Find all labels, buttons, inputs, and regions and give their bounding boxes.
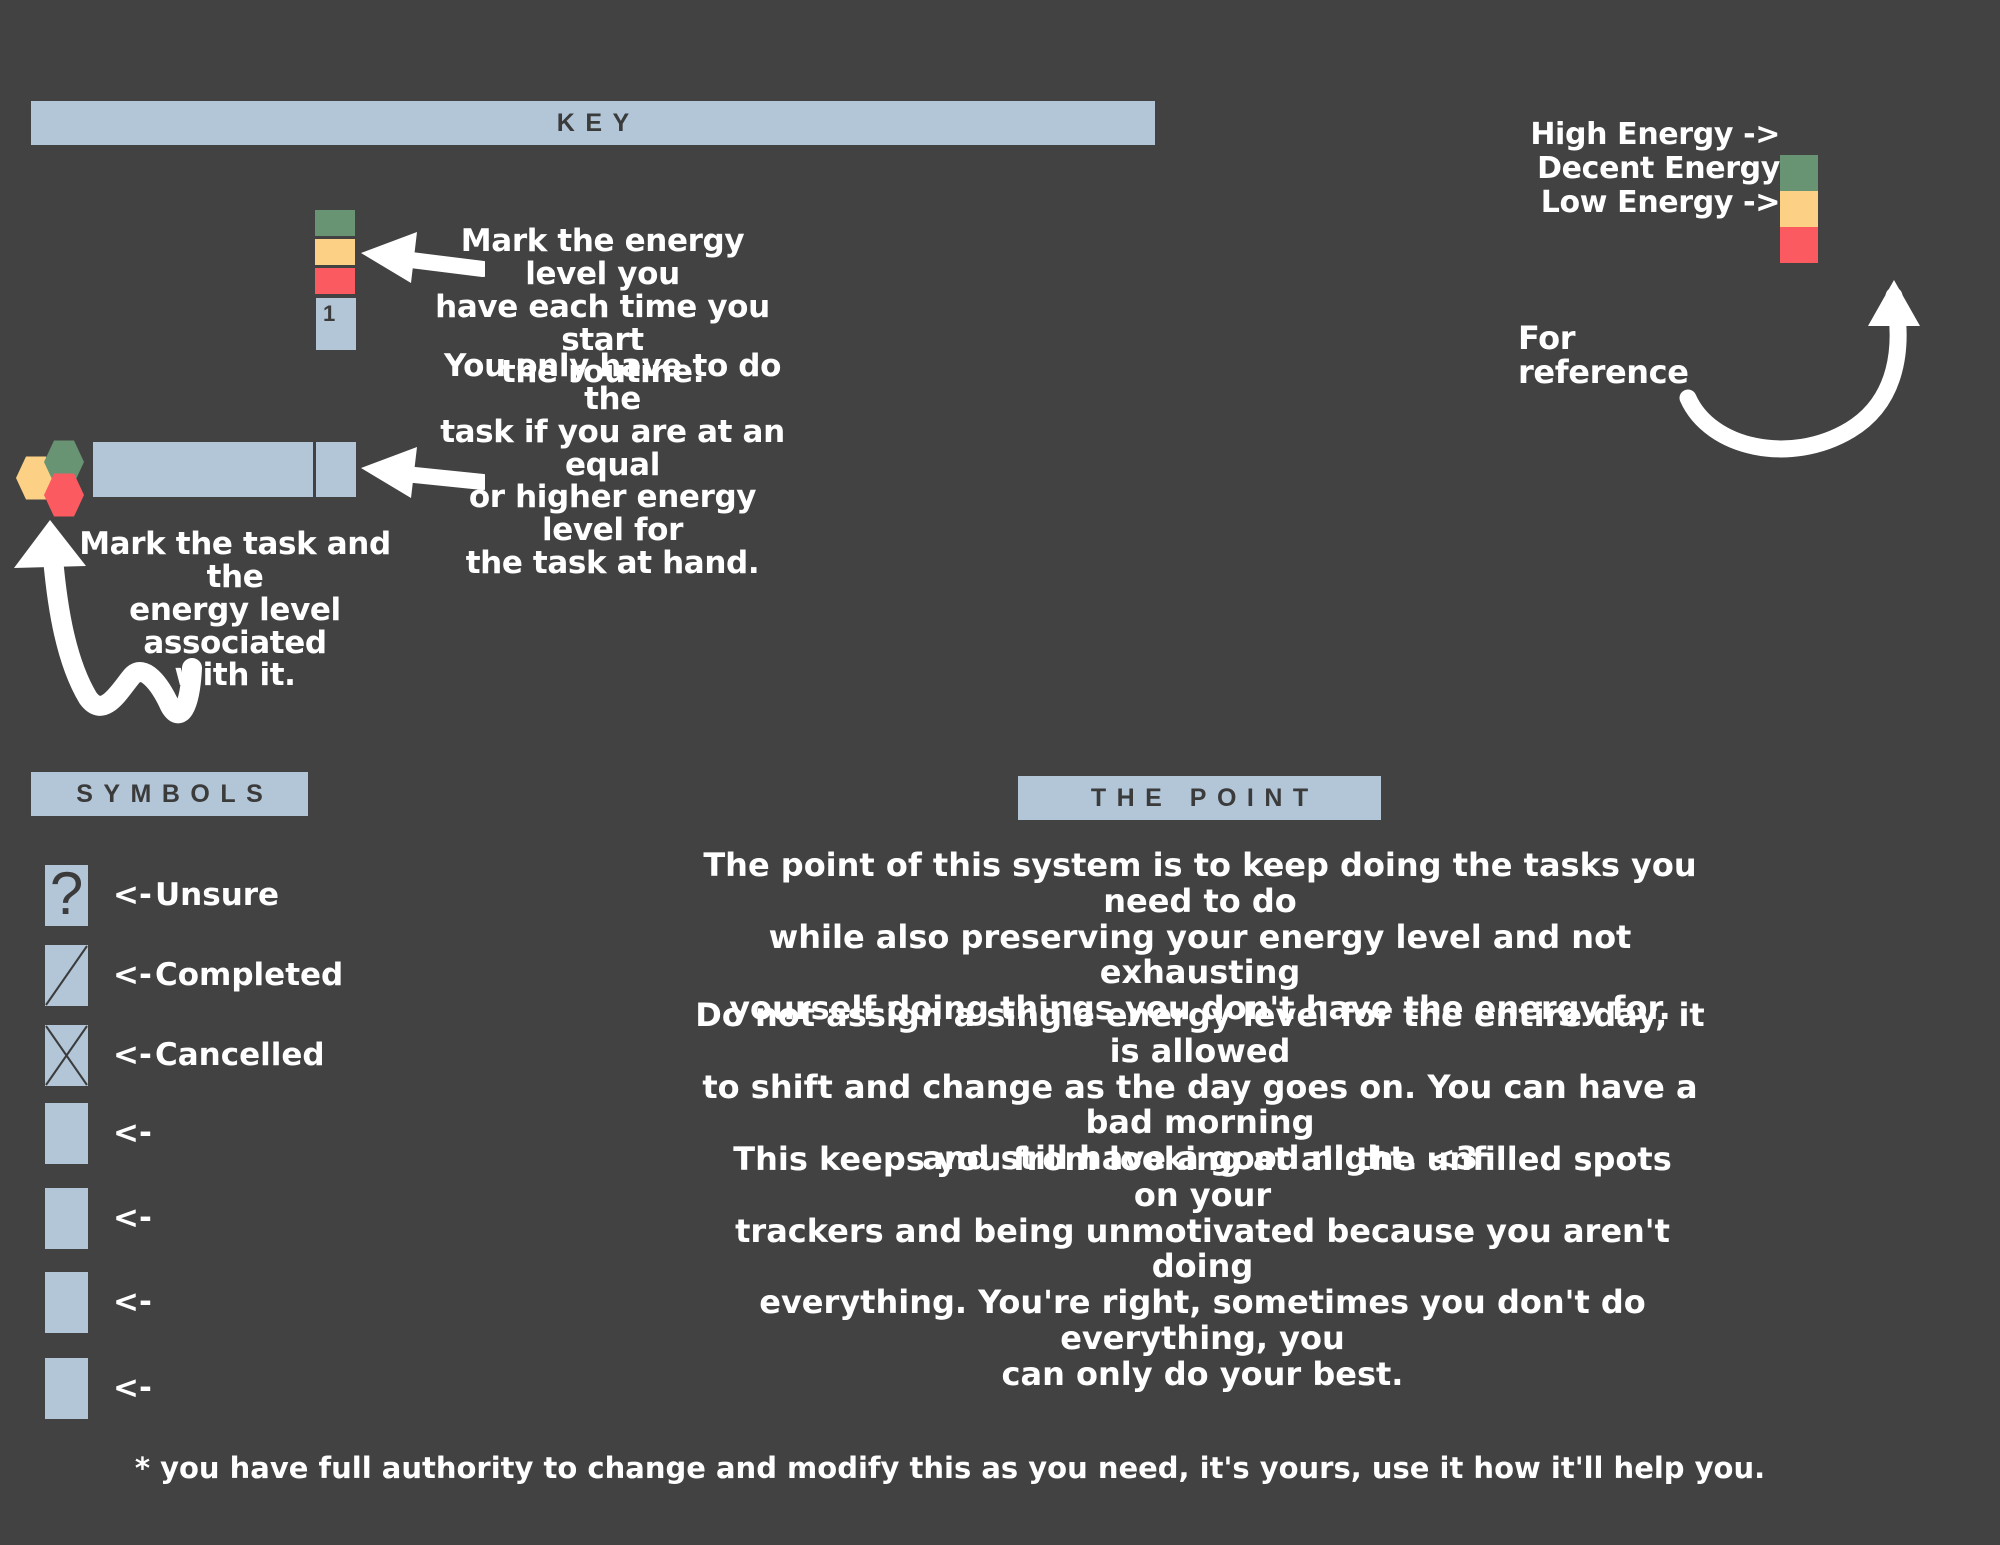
symbol-box-blank-3[interactable]: [45, 1272, 88, 1333]
legend-label-decent: Decent Energy ->: [1537, 151, 1780, 220]
symbol-box-unsure[interactable]: ?: [45, 859, 88, 927]
task-name-field[interactable]: [93, 442, 313, 497]
symbols-header-bar: SYMBOLS: [31, 772, 308, 816]
the-point-header-bar: THE POINT: [1018, 776, 1381, 820]
symbol-arrow-blank-2: <-: [113, 1200, 152, 1236]
task-checkbox-cell[interactable]: [316, 442, 356, 497]
for-reference-caption: For reference: [1518, 319, 1689, 391]
key-swatch-high-energy: [315, 210, 355, 236]
reference-legend: High Energy -> Decent Energy -> Low Ener…: [1520, 117, 1820, 263]
legend-label-high: High Energy ->: [1530, 117, 1780, 152]
the-point-header-label: THE POINT: [1090, 783, 1319, 812]
symbol-arrow-unsure: <-: [113, 877, 152, 913]
legend-swatch-decent: [1780, 191, 1818, 227]
legend-swatch-low: [1780, 227, 1818, 263]
symbol-box-blank-2[interactable]: [45, 1188, 88, 1249]
annotation-text-mark-task: Mark the task and the energy level assoc…: [79, 526, 391, 694]
symbol-arrow-blank-4: <-: [113, 1370, 152, 1406]
cross-icon: [45, 1025, 88, 1086]
symbol-box-cancelled[interactable]: [45, 1025, 88, 1086]
symbol-arrow-blank-3: <-: [113, 1284, 152, 1320]
symbol-box-blank-1[interactable]: [45, 1103, 88, 1164]
footnote-text: * you have full authority to change and …: [134, 1451, 1766, 1485]
symbol-box-blank-4[interactable]: [45, 1358, 88, 1419]
symbol-label-cancelled: Cancelled: [155, 1037, 325, 1073]
key-header-label: KEY: [556, 108, 640, 137]
key-swatch-decent-energy: [315, 239, 355, 265]
key-header-bar: KEY: [31, 101, 1155, 145]
symbol-arrow-completed: <-: [113, 957, 152, 993]
question-mark-icon: ?: [49, 859, 84, 927]
annotation-text-task-rule: You only have to do the task if you are …: [440, 348, 785, 582]
symbol-box-completed[interactable]: [45, 945, 88, 1006]
symbol-label-completed: Completed: [155, 957, 344, 993]
symbols-header-label: SYMBOLS: [76, 779, 274, 808]
legend-label-low: Low Energy ->: [1540, 185, 1781, 220]
symbol-label-unsure: Unsure: [155, 877, 280, 913]
key-swatch-low-energy: [315, 268, 355, 294]
poster-canvas: KEY High Energy -> Decent Energy -> Low …: [0, 0, 2000, 1545]
symbol-arrow-blank-1: <-: [113, 1115, 152, 1151]
key-routine-number-cell[interactable]: 1: [316, 298, 356, 350]
legend-swatch-high: [1780, 155, 1818, 191]
the-point-paragraph-3: This keeps you from looking at all the u…: [733, 1140, 1672, 1393]
slash-icon: [45, 945, 88, 1006]
symbol-arrow-cancelled: <-: [113, 1037, 152, 1073]
